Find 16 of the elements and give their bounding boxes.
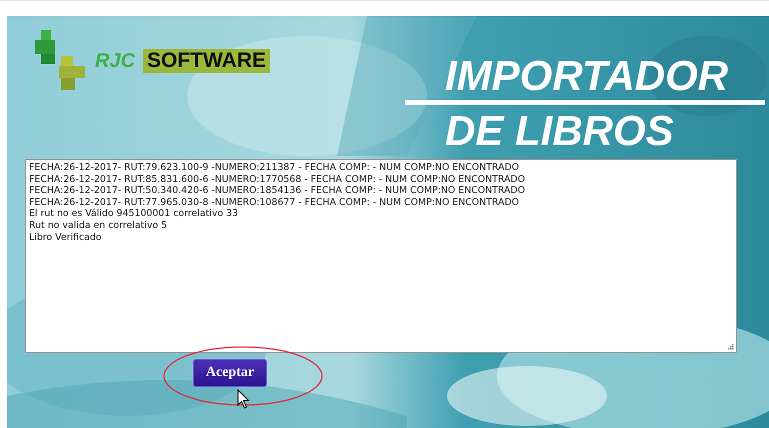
log-line: FECHA:26-12-2017- RUT:85.831.600-6 -NUMERO:1770568 - FECHA COMP: - NUM COMP:NO ENCONTRADO bbox=[29, 174, 526, 186]
accept-button[interactable]: Aceptar bbox=[193, 359, 267, 387]
page-title: IMPORTADOR bbox=[445, 54, 728, 98]
log-field[interactable] bbox=[25, 159, 737, 353]
log-line: Rut no valida en correlativo 5 bbox=[29, 220, 168, 232]
brand-prefix: RJC bbox=[95, 50, 136, 72]
log-line: Libro Verificado bbox=[29, 232, 103, 244]
brand-name: SOFTWARE bbox=[143, 49, 270, 73]
page-title: DE LIBROS bbox=[445, 109, 674, 153]
log-line: FECHA:26-12-2017- RUT:79.623.100-9 -NUMERO:211387 - FECHA COMP: - NUM COMP:NO ENCONTRADO bbox=[29, 162, 520, 174]
log-line: El rut no es Válido 945100001 correlativo 33 bbox=[29, 208, 240, 220]
log-line: FECHA:26-12-2017- RUT:50.340.420-6 -NUMERO:1854136 - FECHA COMP: - NUM COMP:NO ENCONTRADO bbox=[29, 185, 526, 197]
log-line: FECHA:26-12-2017- RUT:77.965.030-8 -NUMERO:108677 - FECHA COMP: - NUM COMP:NO ENCONTRADO bbox=[29, 196, 520, 208]
logo-icon bbox=[35, 30, 87, 92]
resize-grip-icon[interactable] bbox=[727, 343, 734, 350]
cursor-icon bbox=[237, 389, 251, 409]
